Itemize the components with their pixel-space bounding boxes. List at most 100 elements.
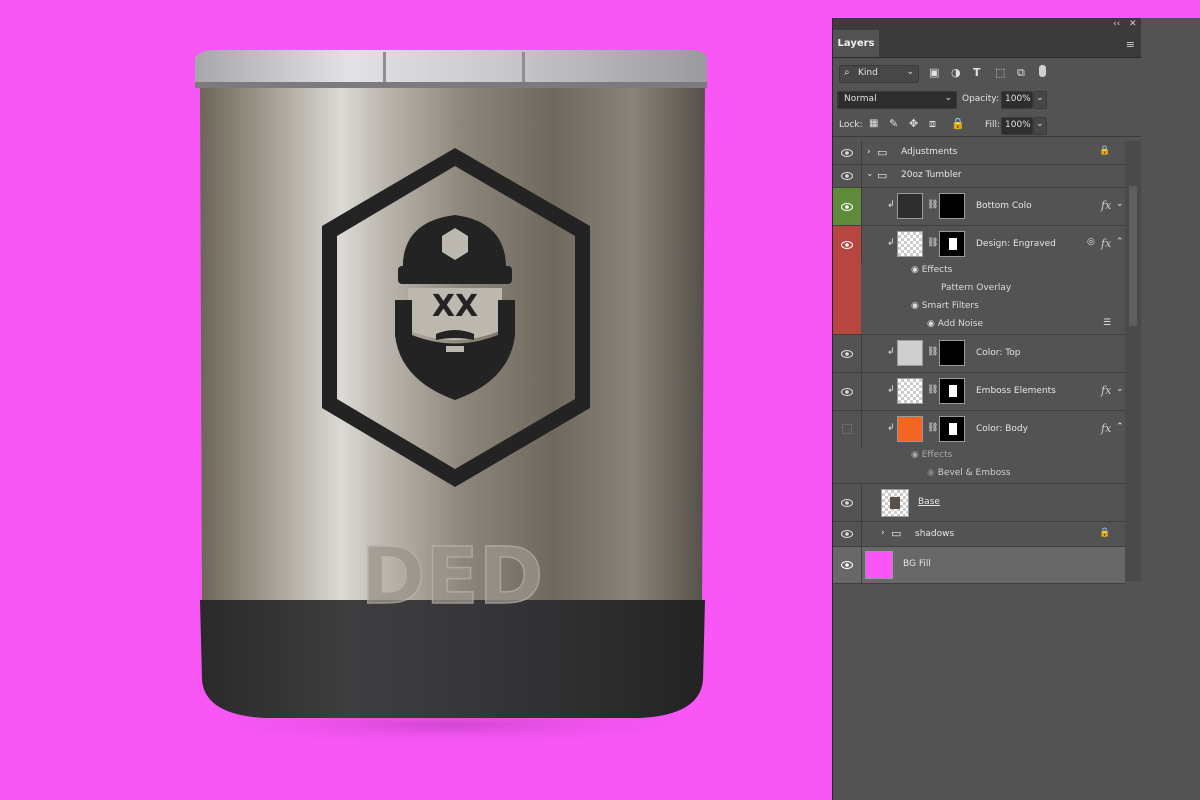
visibility-toggle[interactable]	[833, 522, 862, 546]
pixel-filter-icon[interactable]: ▣	[929, 66, 939, 80]
eye-icon[interactable]: ◉	[927, 468, 935, 478]
scrollbar-thumb[interactable]	[1129, 186, 1137, 326]
layer-name[interactable]: Bottom Colo	[976, 201, 1032, 211]
filter-options-icon[interactable]: ☰	[1103, 318, 1111, 328]
blend-mode-dropdown[interactable]: Normal ⌄	[837, 91, 957, 109]
layers-panel: ‹‹ ✕ Layers ≡ ⌕ Kind ⌄ ▣ ◑ T ⬚ ⧉ Normal …	[832, 18, 1141, 800]
layer-name[interactable]: Emboss Elements	[976, 386, 1056, 396]
link-icon[interactable]: ⛓	[927, 423, 938, 433]
effects-label: Effects	[921, 450, 953, 460]
eye-icon[interactable]: ◉	[927, 319, 935, 329]
effects-row-2[interactable]: ◉ Effects	[911, 450, 952, 460]
layers-scrollbar[interactable]	[1125, 141, 1141, 581]
layer-mask-thumbnail[interactable]	[939, 378, 965, 404]
layer-name[interactable]: Color: Body	[976, 424, 1028, 434]
fx-icon[interactable]: fx	[1101, 422, 1111, 435]
lock-transparent-icon[interactable]: ▦	[869, 117, 878, 131]
lock-all-icon[interactable]: 🔒	[951, 117, 965, 131]
clip-arrow-icon: ↲	[887, 385, 895, 395]
tab-layers[interactable]: Layers	[833, 30, 879, 57]
opacity-label: Opacity:	[962, 94, 999, 104]
visibility-toggle[interactable]	[833, 165, 862, 187]
chevron-right-icon[interactable]: ›	[867, 147, 871, 157]
clip-arrow-icon: ↲	[887, 347, 895, 357]
visibility-toggle[interactable]	[833, 411, 862, 448]
layer-group-shadows[interactable]: › ▭ shadows 🔒	[833, 522, 1125, 547]
shape-filter-icon[interactable]: ⬚	[995, 66, 1005, 80]
effects-row[interactable]: ◉ Effects	[911, 265, 952, 275]
smartobject-filter-icon[interactable]: ⧉	[1017, 66, 1025, 80]
layer-base[interactable]: Base	[833, 484, 1125, 522]
lock-position-icon[interactable]: ✥	[909, 117, 918, 131]
layer-name[interactable]: Color: Top	[976, 348, 1020, 358]
link-icon[interactable]: ⛓	[927, 200, 938, 210]
eye-icon	[841, 149, 853, 157]
layer-name[interactable]: Adjustments	[901, 147, 957, 157]
eye-icon[interactable]: ◉	[911, 265, 919, 275]
layer-bottom-color[interactable]: ↲ ⛓ Bottom Colo fx ⌄	[833, 188, 1125, 226]
link-icon[interactable]: ⛓	[927, 238, 938, 248]
opacity-dropdown-button[interactable]: ⌄	[1033, 91, 1047, 109]
layer-emboss-elements[interactable]: ↲ ⛓ Emboss Elements fx ⌄	[833, 373, 1125, 411]
visibility-toggle[interactable]	[833, 373, 862, 410]
effect-bevel-emboss[interactable]: ◉ Bevel & Emboss	[927, 468, 1011, 478]
layer-bg-fill[interactable]: BG Fill	[833, 547, 1125, 584]
fx-icon[interactable]: fx	[1101, 237, 1111, 250]
close-icon[interactable]: ✕	[1129, 18, 1137, 30]
filter-kind-dropdown[interactable]: ⌕ Kind ⌄	[839, 65, 919, 83]
chevron-right-icon[interactable]: ›	[881, 528, 885, 538]
lock-image-icon[interactable]: ✎	[889, 117, 898, 131]
visibility-toggle[interactable]	[833, 141, 862, 164]
layer-name[interactable]: 20oz Tumbler	[901, 170, 962, 180]
type-filter-icon[interactable]: T	[973, 66, 981, 80]
chevron-down-icon: ⌄	[944, 93, 952, 103]
layer-mask-thumbnail[interactable]	[939, 193, 965, 219]
panel-menu-icon[interactable]: ≡	[1126, 38, 1135, 51]
chevron-down-icon[interactable]: ⌄	[866, 169, 874, 179]
layer-group-adjustments[interactable]: › ▭ Adjustments 🔒	[833, 141, 1125, 165]
layer-name[interactable]: Base	[918, 497, 940, 507]
layer-name[interactable]: BG Fill	[903, 559, 931, 569]
adjustment-filter-icon[interactable]: ◑	[951, 66, 961, 80]
link-icon[interactable]: ⛓	[927, 347, 938, 357]
fill-dropdown-button[interactable]: ⌄	[1033, 117, 1047, 135]
layer-design-engraved[interactable]: ↲ ⛓ Design: Engraved ◎ fx ⌃	[833, 226, 1125, 263]
fx-icon[interactable]: fx	[1101, 199, 1111, 212]
chevron-down-icon[interactable]: ⌄	[1116, 199, 1124, 209]
visibility-toggle[interactable]	[833, 335, 862, 372]
visibility-toggle[interactable]	[833, 484, 862, 521]
lock-artboard-icon[interactable]: ⧈	[929, 117, 936, 131]
chevron-down-icon[interactable]: ⌄	[1116, 384, 1124, 394]
chevron-up-icon[interactable]: ⌃	[1116, 422, 1124, 432]
layer-mask-thumbnail[interactable]	[939, 340, 965, 366]
layer-color-body[interactable]: ↲ ⛓ Color: Body fx ⌃	[833, 411, 1125, 448]
collapse-icon[interactable]: ‹‹	[1113, 18, 1120, 30]
clip-arrow-icon: ↲	[887, 423, 895, 433]
chevron-down-icon: ⌄	[1036, 119, 1044, 129]
layer-mask-thumbnail[interactable]	[939, 231, 965, 257]
layer-name[interactable]: Design: Engraved	[976, 239, 1056, 249]
eye-icon	[841, 350, 853, 358]
visibility-toggle[interactable]	[833, 188, 862, 225]
eye-icon[interactable]: ◉	[911, 301, 919, 311]
fill-field[interactable]: 100%	[1001, 117, 1033, 135]
smart-filters-row[interactable]: ◉ Smart Filters	[911, 301, 979, 311]
eye-icon[interactable]: ◉	[911, 450, 919, 460]
visibility-toggle[interactable]	[833, 547, 862, 583]
opacity-field[interactable]: 100%	[1001, 91, 1033, 109]
fill-value: 100%	[1005, 120, 1031, 130]
layer-group-20oz-tumbler[interactable]: ⌄ ▭ 20oz Tumbler	[833, 165, 1125, 188]
chevron-up-icon[interactable]: ⌃	[1116, 237, 1124, 247]
clip-arrow-icon: ↲	[887, 200, 895, 210]
search-icon: ⌕	[844, 67, 850, 78]
filter-toggle[interactable]	[1039, 65, 1046, 77]
fx-icon[interactable]: fx	[1101, 384, 1111, 397]
link-icon[interactable]: ⛓	[927, 385, 938, 395]
filter-add-noise[interactable]: ◉ Add Noise	[927, 319, 983, 329]
layer-mask-thumbnail[interactable]	[939, 416, 965, 442]
effect-pattern-overlay[interactable]: Pattern Overlay	[941, 283, 1011, 293]
layer-name[interactable]: shadows	[915, 529, 954, 539]
visibility-toggle[interactable]	[833, 226, 862, 263]
folder-open-icon: ▭	[877, 169, 888, 182]
layer-color-top[interactable]: ↲ ⛓ Color: Top	[833, 335, 1125, 373]
